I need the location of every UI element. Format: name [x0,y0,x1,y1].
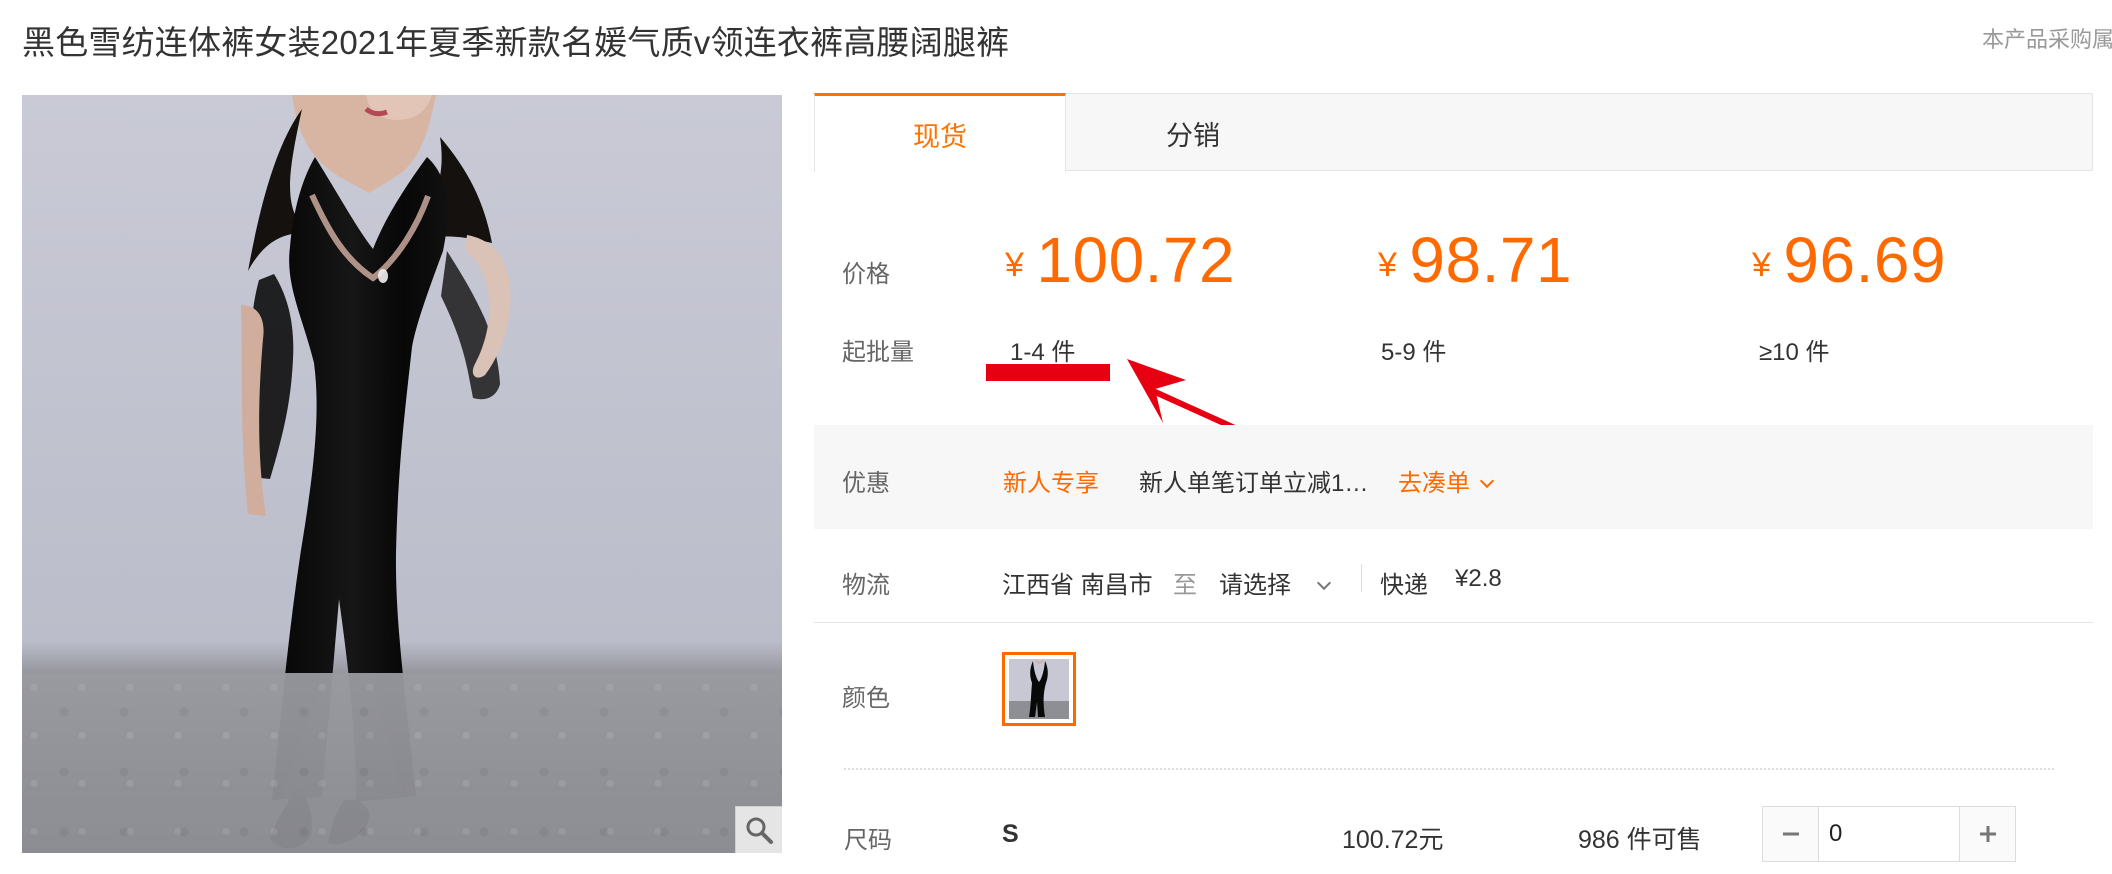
purchase-tabs: 现货 分销 [814,93,2093,172]
price-tier-1: ¥ 100.72 [1005,228,1235,292]
quantity-input[interactable] [1818,807,1960,861]
currency-symbol: ¥ [1378,246,1397,284]
price-label: 价格 [842,261,890,288]
quantity-tier-3: ≥10 件 [1759,339,1830,366]
shipping-to-label: 至 [1173,572,1197,599]
quantity-tier-2: 5-9 件 [1381,339,1447,366]
top-right-note: 本产品采购属 [1982,27,2112,52]
increase-quantity-button[interactable] [1960,807,2015,861]
destination-select[interactable]: 请选择 [1219,565,1332,600]
decrease-quantity-button[interactable] [1763,807,1818,861]
tab-in-stock[interactable]: 现货 [814,93,1066,172]
magnifier-icon [746,817,773,844]
color-option-thumbnail[interactable] [1002,652,1076,726]
product-title: 黑色雪纺连体裤女装2021年夏季新款名媛气质v领连衣裤高腰阔腿裤 [22,24,1010,61]
shipping-method: 快递 [1380,572,1428,599]
logistics-label: 物流 [842,572,890,599]
size-stock: 986 件可售 [1578,826,1702,854]
minus-icon [1782,832,1799,836]
logistics-divider-line [814,622,2093,623]
size-label: 尺码 [844,827,892,854]
price-tier-3-value: 96.69 [1783,224,1947,296]
image-floor [22,673,782,853]
zoom-button[interactable] [735,806,782,853]
promotion-text: 新人单笔订单立减1… [1139,470,1369,497]
size-price: 100.72元 [1342,826,1444,854]
size-name: S [1002,820,1019,848]
mini-product-image [1009,659,1069,719]
add-items-label: 去凑单 [1398,470,1470,497]
size-section-divider [844,768,2054,770]
currency-symbol: ¥ [1005,246,1024,284]
destination-value: 请选择 [1219,572,1291,599]
plus-icon [1979,826,1996,842]
add-items-button[interactable]: 去凑单 [1398,463,1495,498]
quantity-stepper [1762,806,2016,862]
price-tier-2-value: 98.71 [1409,224,1573,296]
minimum-order-label: 起批量 [842,339,914,366]
price-tier-1-value: 100.72 [1036,224,1236,296]
promotion-label: 优惠 [842,470,890,497]
color-label: 颜色 [842,685,890,712]
color-option-image [1009,659,1069,719]
chevron-down-icon [1316,575,1332,591]
red-underline-annotation [986,364,1110,381]
product-main-image[interactable] [22,95,782,853]
chevron-down-icon [1479,473,1495,489]
price-tier-3: ¥ 96.69 [1752,228,1946,292]
new-user-badge: 新人专享 [1003,470,1099,497]
product-detail-page: 黑色雪纺连体裤女装2021年夏季新款名媛气质v领连衣裤高腰阔腿裤 本产品采购属 [0,0,2112,874]
shipping-fee: ¥2.8 [1455,565,1502,592]
tab-distribution[interactable]: 分销 [1067,94,1319,172]
shipping-origin: 江西省 南昌市 [1002,572,1153,599]
price-tier-2: ¥ 98.71 [1378,228,1572,292]
logistics-divider [1361,564,1362,592]
quantity-tier-1: 1-4 件 [1010,339,1076,366]
currency-symbol: ¥ [1752,246,1771,284]
